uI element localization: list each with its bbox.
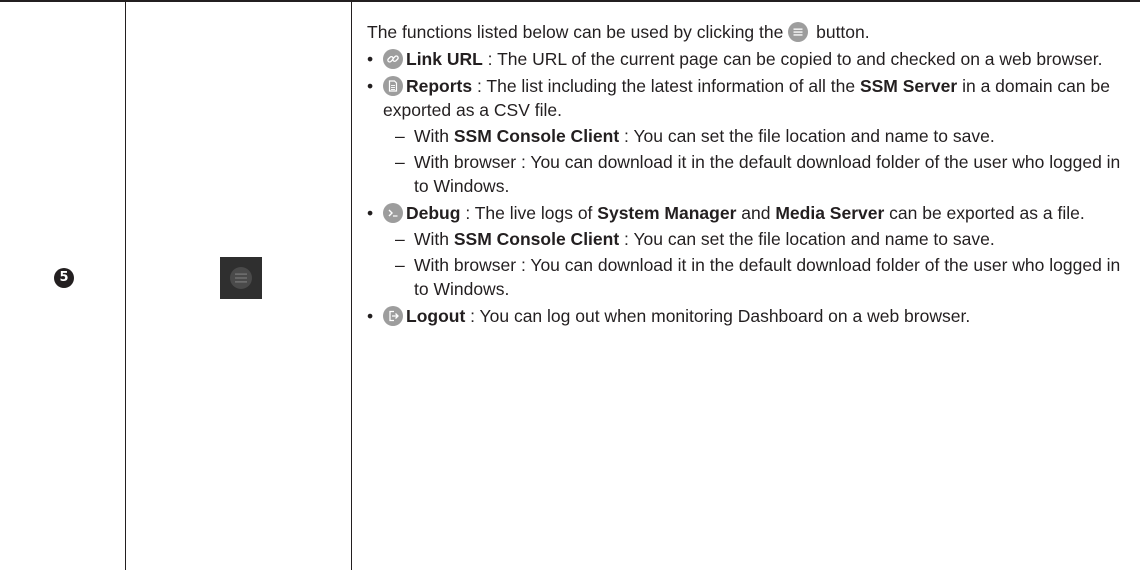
table-column-divider bbox=[351, 0, 352, 570]
intro-text-end: button. bbox=[816, 22, 870, 42]
table-top-border bbox=[0, 0, 1140, 2]
sub-text: : You can set the file location and name… bbox=[619, 126, 995, 146]
row-number-badge: 5 bbox=[54, 268, 74, 288]
sub-text: With browser : You can download it in th… bbox=[414, 152, 1121, 196]
manual-page: 5 The functions listed below can be used… bbox=[0, 0, 1140, 570]
list-item-reports: • Reports : The list including the lates… bbox=[367, 74, 1127, 198]
item-title: Debug bbox=[406, 203, 461, 223]
sub-item: – With browser : You can download it in … bbox=[383, 253, 1127, 301]
list-item-logout: • Logout : You can log out when monitori… bbox=[367, 304, 1127, 328]
dash: – bbox=[395, 229, 405, 249]
intro-line: The functions listed below can be used b… bbox=[367, 20, 1127, 44]
sub-text: : You can set the file location and name… bbox=[619, 229, 995, 249]
menu-icon bbox=[788, 22, 809, 42]
logout-icon bbox=[383, 306, 403, 326]
dash: – bbox=[395, 255, 405, 275]
terminal-icon bbox=[383, 203, 403, 223]
item-text: : The URL of the current page can be cop… bbox=[482, 49, 1103, 69]
sub-text: With bbox=[414, 229, 454, 249]
sub-item: – With browser : You can download it in … bbox=[383, 150, 1127, 198]
list-item-link-url: • Link URL : The URL of the current page… bbox=[367, 47, 1127, 71]
report-icon bbox=[383, 76, 403, 96]
item-title: Link URL bbox=[406, 49, 483, 69]
sub-item: – With SSM Console Client : You can set … bbox=[383, 227, 1127, 251]
bullet: • bbox=[367, 203, 374, 223]
sub-bold-text: SSM Console Client bbox=[453, 229, 620, 249]
item-text: : You can log out when monitoring Dashbo… bbox=[465, 306, 971, 326]
bullet: • bbox=[367, 306, 374, 326]
item-text: : The list including the latest informat… bbox=[472, 76, 860, 96]
dash: – bbox=[395, 152, 405, 172]
sub-item: – With SSM Console Client : You can set … bbox=[383, 124, 1127, 148]
intro-text: The functions listed below can be used b… bbox=[367, 22, 784, 42]
sub-text: With bbox=[414, 126, 454, 146]
menu-icon bbox=[230, 267, 252, 289]
list-item-debug: • Debug : The live logs of System Manage… bbox=[367, 201, 1127, 301]
item-bold-text: System Manager bbox=[597, 203, 737, 223]
menu-button-image bbox=[220, 257, 262, 299]
dash: – bbox=[395, 126, 405, 146]
item-title: Reports bbox=[406, 76, 473, 96]
item-text: : The live logs of bbox=[460, 203, 598, 223]
item-bold-text: SSM Server bbox=[859, 76, 958, 96]
table-column-divider bbox=[125, 0, 126, 570]
function-description: The functions listed below can be used b… bbox=[367, 20, 1127, 328]
item-text: can be exported as a file. bbox=[884, 203, 1085, 223]
bullet: • bbox=[367, 76, 374, 96]
item-text: and bbox=[736, 203, 776, 223]
link-icon bbox=[383, 49, 403, 69]
item-bold-text: Media Server bbox=[775, 203, 885, 223]
bullet: • bbox=[367, 49, 374, 69]
sub-bold-text: SSM Console Client bbox=[453, 126, 620, 146]
item-title: Logout bbox=[406, 306, 466, 326]
sub-text: With browser : You can download it in th… bbox=[414, 255, 1121, 299]
